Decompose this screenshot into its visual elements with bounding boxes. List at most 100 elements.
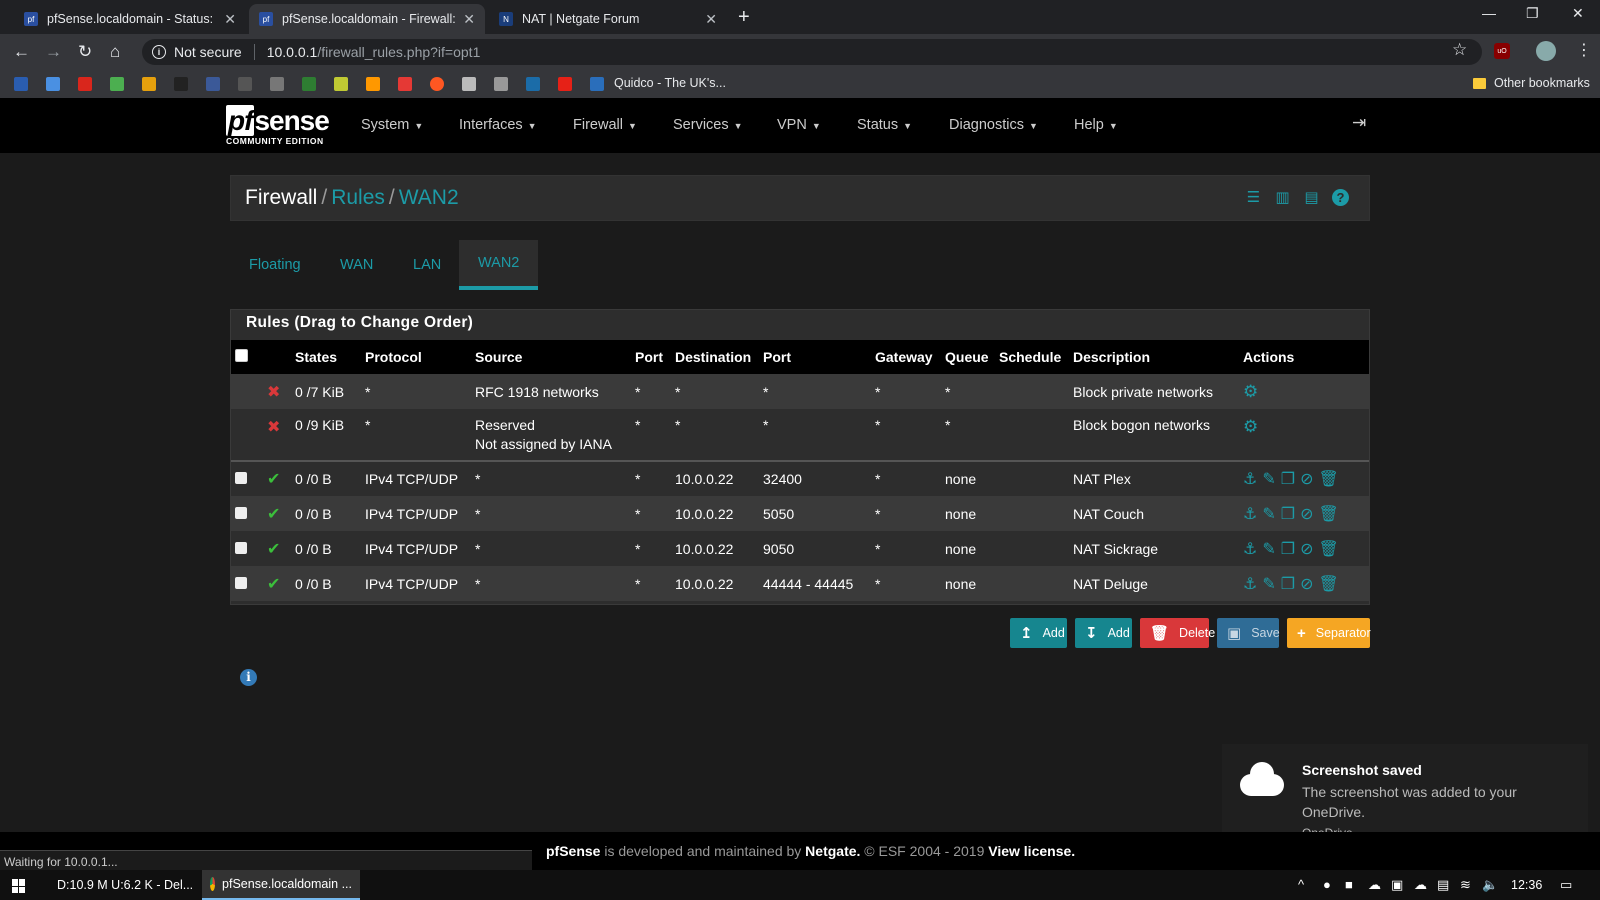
row-checkbox[interactable] (235, 472, 247, 484)
forward-arrow-icon[interactable]: → (45, 42, 62, 62)
volume-icon[interactable]: 🔈 (1482, 877, 1498, 893)
profile-avatar[interactable] (1536, 41, 1556, 61)
trash-icon[interactable]: 🗑 (1319, 504, 1341, 524)
bookmark-star-icon[interactable]: ☆ (1452, 40, 1467, 60)
tab-wan2[interactable]: WAN2 (459, 240, 539, 290)
view-license-link[interactable]: View license. (988, 843, 1075, 859)
menu-diagnostics[interactable]: Diagnostics ▼ (949, 117, 1038, 133)
states-cell[interactable]: 0 /7 KiB (291, 374, 361, 409)
new-tab-button[interactable]: + (738, 6, 750, 29)
plex-bookmark-icon[interactable] (142, 77, 156, 91)
states-cell[interactable]: 0 /0 B (291, 531, 361, 566)
taskbar-item-chrome[interactable]: pfSense.localdomain ... (202, 870, 360, 900)
save-button[interactable]: ▣ Save (1217, 618, 1280, 648)
add-top-button[interactable]: ↥ Add (1010, 618, 1067, 648)
tab-floating[interactable]: Floating (230, 240, 320, 290)
action-center-icon[interactable]: ▭ (1560, 877, 1572, 893)
menu-interfaces[interactable]: Interfaces ▼ (459, 117, 537, 133)
home-icon[interactable]: ⌂ (110, 42, 120, 62)
chrome-menu-icon[interactable]: ⋮ (1576, 40, 1592, 60)
facebook-bookmark-icon[interactable] (206, 77, 220, 91)
tab-lan[interactable]: LAN (394, 240, 460, 290)
bookmark-icon[interactable] (494, 77, 508, 91)
row-checkbox[interactable] (235, 506, 247, 519)
delete-button[interactable]: 🗑 Delete (1140, 618, 1215, 648)
netgate-link[interactable]: Netgate. (805, 843, 860, 859)
onedrive-icon[interactable]: ☁ (1414, 877, 1427, 893)
bookmark-icon[interactable] (462, 77, 476, 91)
disable-icon[interactable]: ⊘ (1300, 469, 1315, 489)
bookmark-quidco[interactable]: Quidco - The UK's... (614, 76, 726, 90)
gear-icon[interactable]: ⚙ (1243, 382, 1258, 401)
taskbar-clock[interactable]: 12:36 (1511, 878, 1542, 892)
tab-close-icon[interactable]: ✕ (463, 11, 475, 28)
minimize-icon[interactable]: — (1482, 5, 1496, 21)
disable-icon[interactable]: ⊘ (1300, 504, 1315, 524)
other-bookmarks[interactable]: Other bookmarks (1494, 76, 1590, 90)
table-row[interactable]: ✖ 0 /9 KiB * Reserved Not assigned by IAN… (231, 409, 1369, 462)
tab-close-icon[interactable]: ✕ (224, 11, 236, 28)
url-bar[interactable]: i Not secure 10.0.0.1 /firewall_rules.ph… (142, 39, 1482, 65)
bookmark-icon[interactable] (366, 77, 380, 91)
youtube-bookmark-icon[interactable] (558, 77, 572, 91)
browser-tab-firewall-rules[interactable]: pf pfSense.localdomain - Firewall: Rules… (249, 4, 485, 34)
tray-app-icon[interactable]: ▤ (1437, 877, 1449, 893)
onedrive-notification[interactable]: Screenshot saved The screenshot was adde… (1222, 744, 1588, 840)
table-row[interactable]: ✔ 0 /0 B IPv4 TCP/UDP * * 10.0.0.22 5050… (231, 496, 1369, 531)
browser-tab-dashboard[interactable]: pf pfSense.localdomain - Status: Dashboa… (14, 4, 246, 34)
bookmark-icon[interactable] (14, 77, 28, 91)
menu-help[interactable]: Help ▼ (1074, 117, 1118, 133)
menu-services[interactable]: Services ▼ (673, 117, 743, 133)
bookmark-icon[interactable] (174, 77, 188, 91)
menu-system[interactable]: System ▼ (361, 117, 423, 133)
bookmark-icon[interactable] (110, 77, 124, 91)
onedrive-sync-icon[interactable]: ☁ (1368, 877, 1381, 893)
copy-icon[interactable]: ❐ (1281, 469, 1297, 489)
help-icon[interactable]: ? (1332, 189, 1349, 206)
tray-app-icon[interactable]: ▣ (1391, 877, 1403, 893)
table-row[interactable]: ✔ 0 /0 B IPv4 TCP/UDP * * 10.0.0.22 4444… (231, 566, 1369, 601)
logout-icon[interactable]: ⇥ (1352, 113, 1366, 133)
bookmark-icon[interactable] (78, 77, 92, 91)
bookmark-icon[interactable] (334, 77, 348, 91)
edit-pencil-icon[interactable]: ✎ (1262, 469, 1277, 489)
breadcrumb-wan2[interactable]: WAN2 (399, 186, 459, 209)
states-cell[interactable]: 0 /0 B (291, 496, 361, 531)
separator-button[interactable]: + Separator (1287, 618, 1371, 648)
tray-app-icon[interactable]: ■ (1345, 877, 1353, 892)
sliders-icon[interactable]: ☰ (1245, 189, 1262, 206)
menu-status[interactable]: Status ▼ (857, 117, 912, 133)
reload-icon[interactable]: ↻ (78, 42, 92, 62)
states-cell[interactable]: 0 /9 KiB (291, 409, 361, 462)
deluge-tray-icon[interactable]: ● (1323, 877, 1331, 892)
anchor-icon[interactable]: ⚓ (1243, 504, 1259, 524)
bookmark-icon[interactable] (302, 77, 316, 91)
edit-pencil-icon[interactable]: ✎ (1262, 539, 1277, 559)
windows-start-icon[interactable] (12, 879, 26, 893)
reddit-bookmark-icon[interactable] (430, 77, 444, 91)
copy-icon[interactable]: ❐ (1281, 504, 1297, 524)
trash-icon[interactable]: 🗑 (1319, 469, 1341, 489)
tray-chevron-icon[interactable]: ^ (1298, 877, 1304, 892)
taskbar-item-deluge[interactable]: D:10.9 M U:6.2 K - Del... (42, 870, 198, 900)
trash-icon[interactable]: 🗑 (1319, 574, 1341, 594)
copy-icon[interactable]: ❐ (1281, 539, 1297, 559)
tab-close-icon[interactable]: ✕ (705, 11, 717, 28)
bookmark-icon[interactable] (270, 77, 284, 91)
disable-icon[interactable]: ⊘ (1300, 539, 1315, 559)
browser-tab-netgate-forum[interactable]: N NAT | Netgate Forum ✕ (489, 4, 727, 34)
ublock-extension-icon[interactable]: uO (1494, 43, 1510, 59)
wifi-icon[interactable]: ≋ (1460, 877, 1471, 893)
row-checkbox[interactable] (235, 576, 247, 589)
bookmark-icon[interactable] (238, 77, 252, 91)
bookmark-icon[interactable] (398, 77, 412, 91)
select-all-cell[interactable] (231, 340, 263, 374)
states-cell[interactable]: 0 /0 B (291, 461, 361, 496)
window-close-icon[interactable]: ✕ (1572, 5, 1584, 22)
menu-vpn[interactable]: VPN ▼ (777, 117, 821, 133)
tab-wan[interactable]: WAN (321, 240, 392, 290)
copy-icon[interactable]: ❐ (1281, 574, 1297, 594)
steam-bookmark-icon[interactable] (526, 77, 540, 91)
table-row[interactable]: ✖ 0 /7 KiB * RFC 1918 networks * * * * *… (231, 374, 1369, 409)
anchor-icon[interactable]: ⚓ (1243, 469, 1259, 489)
